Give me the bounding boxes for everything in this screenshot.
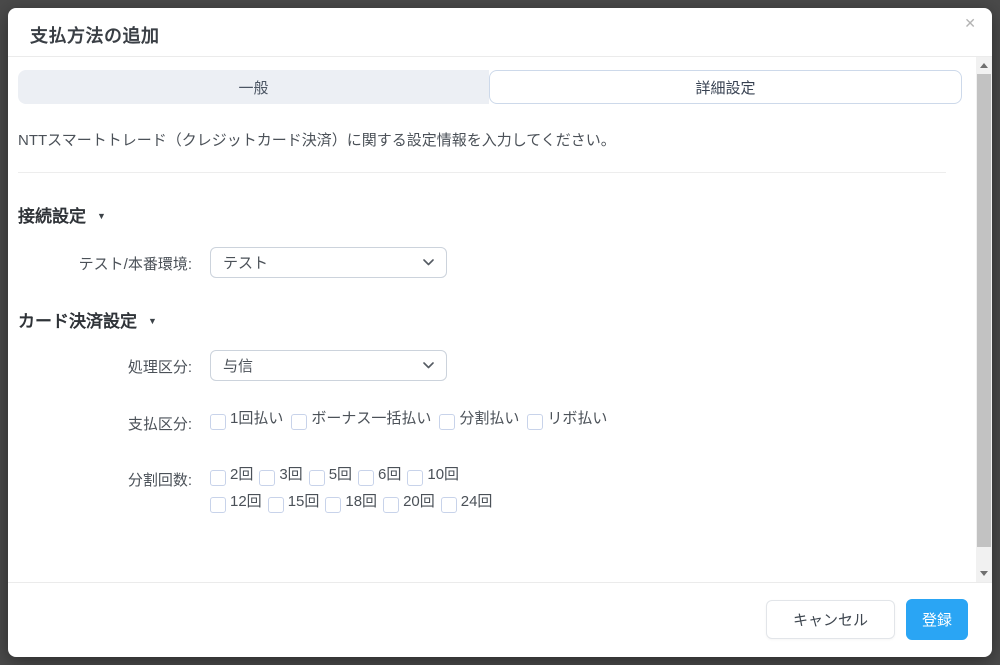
dialog-body: 一般 詳細設定 NTTスマートトレード（クレジットカード決済）に関する設定情報を… bbox=[8, 57, 992, 582]
checkbox-18times[interactable] bbox=[325, 497, 342, 513]
connection-settings-title: 接続設定 bbox=[18, 207, 86, 226]
checkbox-3times[interactable] bbox=[259, 470, 276, 486]
payment-type-row: 支払区分: 1回払い ボーナス一括払い 分割払い リボ払い bbox=[18, 407, 946, 434]
scroll-down-button[interactable] bbox=[976, 565, 992, 582]
connection-settings-heading[interactable]: 接続設定 ▼ bbox=[18, 202, 946, 227]
checkbox-item-2times[interactable]: 2回 bbox=[210, 463, 253, 486]
checkbox-15times[interactable] bbox=[267, 497, 284, 513]
dialog-title: 支払方法の追加 bbox=[30, 26, 160, 46]
checkbox-label: リボ払い bbox=[547, 410, 608, 427]
tab-general[interactable]: 一般 bbox=[18, 70, 489, 104]
checkbox-label: 24回 bbox=[460, 493, 493, 510]
close-icon[interactable]: ✕ bbox=[964, 16, 976, 30]
checkbox-item-15times[interactable]: 15回 bbox=[267, 490, 320, 513]
tab-advanced-settings[interactable]: 詳細設定 bbox=[489, 70, 962, 104]
processing-type-select[interactable]: 与信 bbox=[210, 350, 447, 381]
dialog-scroll-content: 一般 詳細設定 NTTスマートトレード（クレジットカード決済）に関する設定情報を… bbox=[8, 70, 992, 513]
card-settings-title: カード決済設定 bbox=[18, 312, 137, 331]
processing-selected-value: 与信 bbox=[223, 358, 254, 375]
tab-bar: 一般 詳細設定 bbox=[18, 70, 962, 104]
test-env-select[interactable]: テスト bbox=[210, 247, 447, 278]
checkbox-label: 10回 bbox=[427, 466, 460, 483]
checkbox-2times[interactable] bbox=[210, 470, 226, 486]
checkbox-revolving[interactable] bbox=[527, 414, 544, 430]
checkbox-item-revolving[interactable]: リボ払い bbox=[527, 407, 607, 430]
chevron-down-icon bbox=[423, 259, 434, 266]
caret-down-icon: ▼ bbox=[148, 315, 157, 326]
section-divider bbox=[18, 172, 946, 173]
installments-row-1: 2回 3回 5回 6回 10回 bbox=[210, 463, 498, 486]
checkbox-label: 20回 bbox=[403, 493, 435, 510]
processing-label: 処理区分: bbox=[127, 359, 192, 376]
checkbox-single-payment[interactable] bbox=[210, 414, 226, 430]
checkbox-label: ボーナス一括払い bbox=[311, 410, 432, 427]
checkbox-label: 18回 bbox=[345, 493, 378, 510]
checkbox-item-single-payment[interactable]: 1回払い bbox=[210, 407, 283, 430]
payment-type-label: 支払区分: bbox=[127, 416, 192, 433]
checkbox-label: 15回 bbox=[287, 493, 320, 510]
scroll-up-button[interactable] bbox=[976, 57, 992, 74]
installments-row: 分割回数: 2回 3回 5回 6回 10回 12回 15回 18回 20回 24… bbox=[18, 463, 946, 513]
checkbox-label: 6回 bbox=[378, 466, 402, 483]
submit-button[interactable]: 登録 bbox=[905, 598, 968, 640]
scroll-up-icon bbox=[980, 63, 988, 68]
test-env-selected-value: テスト bbox=[223, 255, 269, 272]
card-settings-heading[interactable]: カード決済設定 ▼ bbox=[18, 307, 946, 332]
checkbox-item-20times[interactable]: 20回 bbox=[383, 490, 435, 513]
dialog-header: 支払方法の追加 ✕ bbox=[8, 8, 992, 57]
checkbox-item-10times[interactable]: 10回 bbox=[407, 463, 459, 486]
checkbox-label: 5回 bbox=[328, 466, 353, 483]
scroll-down-icon bbox=[980, 571, 988, 576]
installments-row-2: 12回 15回 18回 20回 24回 bbox=[210, 490, 498, 513]
checkbox-12times[interactable] bbox=[210, 497, 226, 513]
env-row: テスト/本番環境: テスト bbox=[18, 247, 946, 278]
checkbox-6times[interactable] bbox=[358, 470, 375, 486]
checkbox-item-12times[interactable]: 12回 bbox=[210, 490, 262, 513]
checkbox-label: 分割払い bbox=[459, 410, 520, 427]
checkbox-label: 1回払い bbox=[230, 410, 284, 427]
checkbox-item-installment[interactable]: 分割払い bbox=[439, 407, 519, 430]
scrollbar-thumb[interactable] bbox=[977, 74, 991, 547]
cancel-button[interactable]: キャンセル bbox=[765, 599, 895, 639]
checkbox-label: 3回 bbox=[279, 466, 303, 483]
env-label: テスト/本番環境: bbox=[78, 256, 192, 273]
checkbox-bonus-lump-sum[interactable] bbox=[291, 414, 308, 430]
checkbox-item-bonus-lump-sum[interactable]: ボーナス一括払い bbox=[291, 407, 431, 430]
checkbox-item-18times[interactable]: 18回 bbox=[325, 490, 377, 513]
checkbox-item-3times[interactable]: 3回 bbox=[259, 463, 303, 486]
chevron-down-icon bbox=[423, 362, 434, 369]
checkbox-24times[interactable] bbox=[440, 497, 457, 513]
checkbox-label: 12回 bbox=[230, 493, 262, 510]
checkbox-20times[interactable] bbox=[383, 497, 400, 513]
vertical-scrollbar[interactable] bbox=[976, 57, 992, 582]
checkbox-5times[interactable] bbox=[308, 470, 325, 486]
checkbox-label: 2回 bbox=[230, 466, 254, 483]
checkbox-item-6times[interactable]: 6回 bbox=[358, 463, 401, 486]
processing-row: 処理区分: 与信 bbox=[18, 350, 946, 381]
dialog-footer: キャンセル 登録 bbox=[8, 582, 992, 655]
checkbox-10times[interactable] bbox=[407, 470, 424, 486]
settings-description: NTTスマートトレード（クレジットカード決済）に関する設定情報を入力してください… bbox=[18, 132, 616, 149]
payment-type-options: 1回払い ボーナス一括払い 分割払い リボ払い bbox=[210, 407, 615, 430]
caret-down-icon: ▼ bbox=[97, 210, 106, 221]
checkbox-item-24times[interactable]: 24回 bbox=[440, 490, 493, 513]
installments-label: 分割回数: bbox=[127, 472, 192, 489]
installments-options: 2回 3回 5回 6回 10回 12回 15回 18回 20回 24回 bbox=[210, 463, 498, 513]
checkbox-item-5times[interactable]: 5回 bbox=[308, 463, 353, 486]
add-payment-method-dialog: 支払方法の追加 ✕ 一般 詳細設定 NTTスマートトレード（クレジットカード決済… bbox=[8, 8, 992, 657]
checkbox-installment[interactable] bbox=[439, 414, 456, 430]
